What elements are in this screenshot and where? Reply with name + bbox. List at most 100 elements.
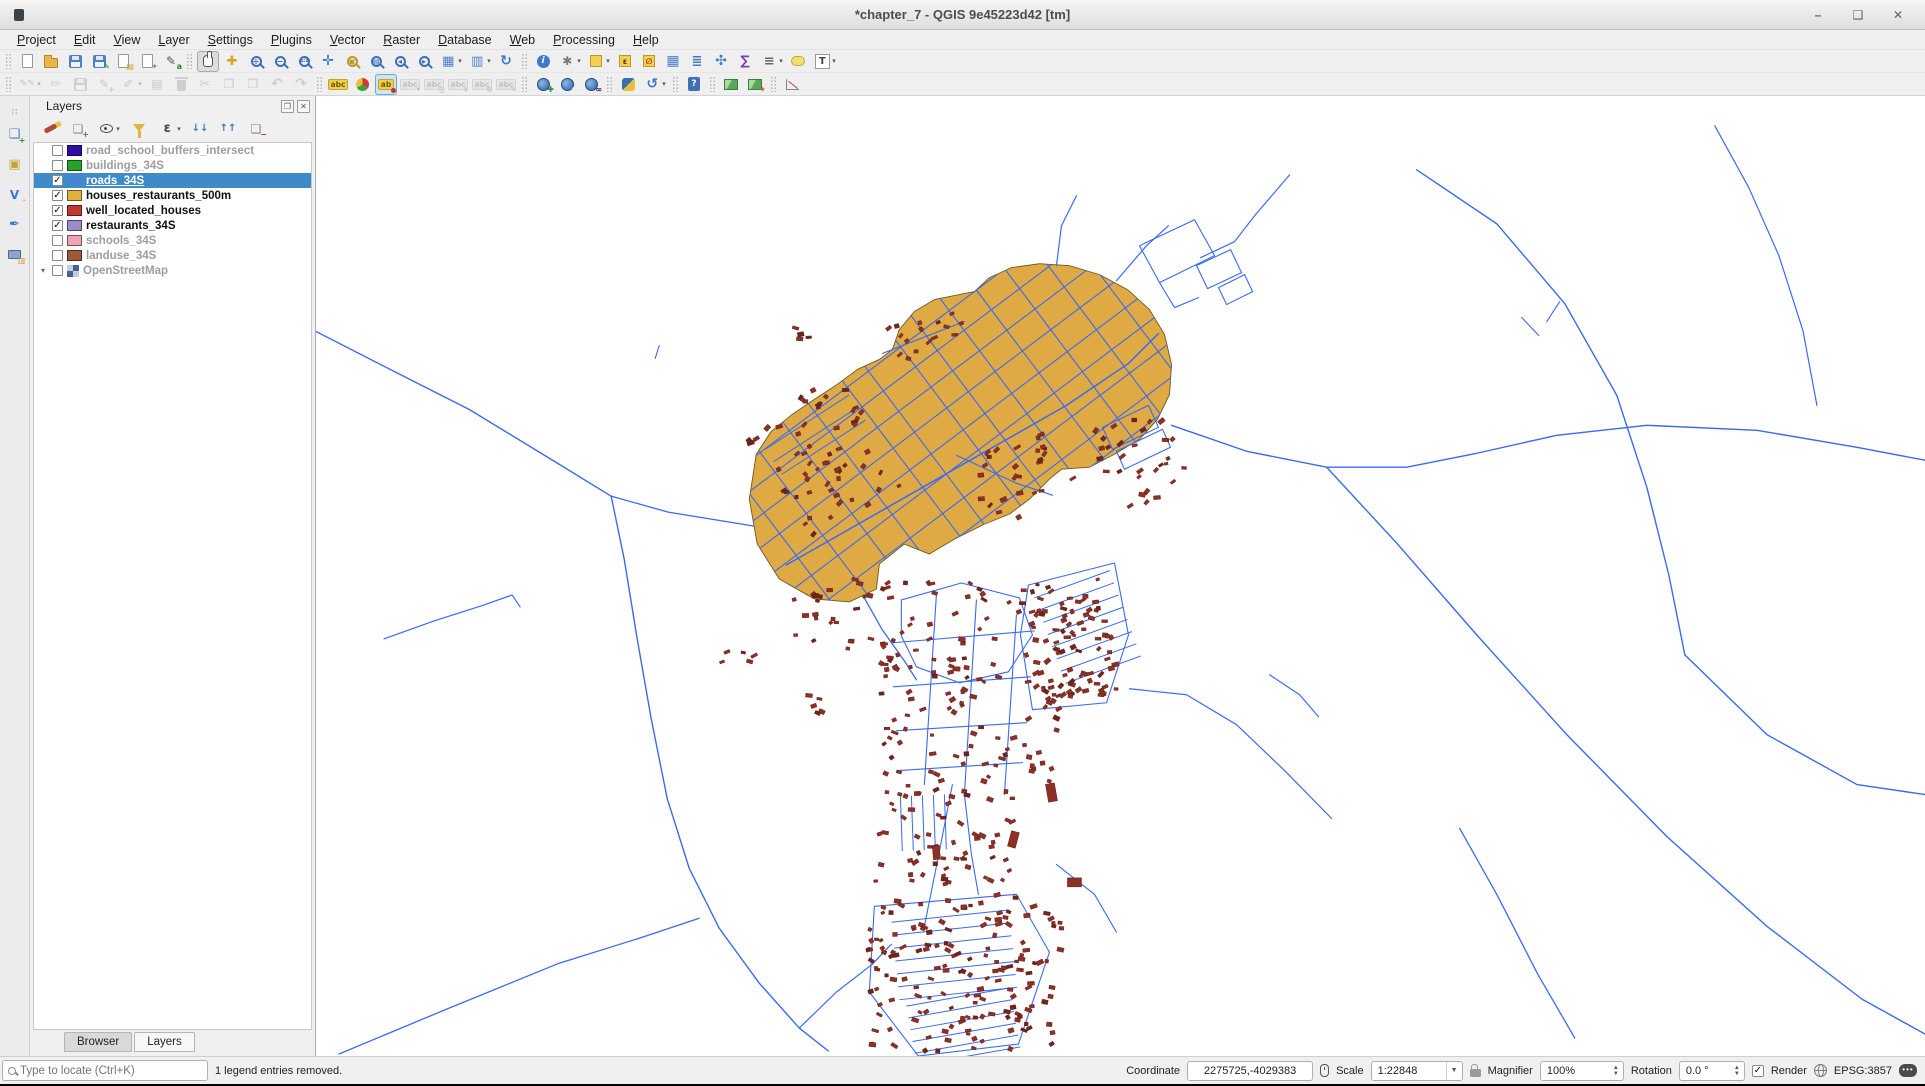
layer-row-OpenStreetMap[interactable]: ▾OpenStreetMap bbox=[34, 263, 311, 278]
toolbar-drag-handle[interactable] bbox=[709, 76, 716, 92]
layer-visibility-checkbox[interactable] bbox=[52, 250, 63, 261]
layer-row-landuse_34S[interactable]: landuse_34S bbox=[34, 248, 311, 263]
toolbar-open-attribute-table-button[interactable]: ▦ bbox=[662, 51, 684, 72]
layer-row-well_located_houses[interactable]: ✓well_located_houses bbox=[34, 203, 311, 218]
manage-map-themes-button[interactable]: ▾ bbox=[95, 118, 122, 139]
toolbar-python-console-button[interactable] bbox=[617, 74, 639, 95]
lock-icon[interactable] bbox=[1470, 1069, 1481, 1077]
menu-edit[interactable]: Edit bbox=[65, 31, 105, 49]
scale-combo[interactable]: 1:22848 ▼ bbox=[1371, 1061, 1463, 1081]
toolbar-quickmap-settings-button[interactable]: ✦ bbox=[744, 74, 766, 95]
toolbar-text-annotation-button[interactable]: T▾ bbox=[811, 51, 838, 72]
toolbar-drag-handle[interactable] bbox=[11, 108, 18, 115]
toolbar-zoom-next-button[interactable]: ▸ bbox=[413, 51, 435, 72]
expand-arrow-icon[interactable]: ▾ bbox=[38, 266, 48, 275]
chevron-down-icon[interactable]: ▼ bbox=[1446, 1062, 1462, 1080]
new-virtual-layer-button[interactable]: ▥ bbox=[4, 244, 26, 265]
render-checkbox[interactable]: ✓ bbox=[1752, 1065, 1764, 1077]
toolbar-drag-handle[interactable] bbox=[5, 76, 12, 92]
layer-visibility-checkbox[interactable]: ✓ bbox=[52, 205, 63, 216]
layer-row-road_school_buffers_intersect[interactable]: road_school_buffers_intersect bbox=[34, 143, 311, 158]
toolbar-help-contents-button[interactable]: ? bbox=[683, 74, 705, 95]
toolbar-drag-handle[interactable] bbox=[5, 53, 12, 69]
menu-layer[interactable]: Layer bbox=[149, 31, 198, 49]
layer-visibility-checkbox[interactable] bbox=[52, 235, 63, 246]
toolbar-processing-history-button[interactable]: ↺▾ bbox=[641, 74, 668, 95]
toolbar-run-feature-action-button[interactable]: ✱▾ bbox=[556, 51, 583, 72]
toolbar-save-project-button[interactable] bbox=[64, 51, 86, 72]
toolbar-zoom-full-button[interactable]: ✛ bbox=[317, 51, 339, 72]
menu-vector[interactable]: Vector bbox=[321, 31, 374, 49]
toolbar-zoom-to-selection-button[interactable]: ▣ bbox=[341, 51, 363, 72]
toolbar-layer-labeling-button[interactable]: abc bbox=[327, 74, 349, 95]
layer-row-houses_restaurants_500m[interactable]: ✓houses_restaurants_500m bbox=[34, 188, 311, 203]
toolbar-profile-tool-button[interactable] bbox=[781, 74, 803, 95]
minimize-button[interactable]: – bbox=[1805, 6, 1831, 24]
layer-visibility-checkbox[interactable] bbox=[52, 145, 63, 156]
filter-by-expression-button[interactable]: ε▾ bbox=[156, 118, 183, 139]
toolbar-pan-to-selection-button[interactable]: ✚ bbox=[221, 51, 243, 72]
menu-raster[interactable]: Raster bbox=[374, 31, 429, 49]
toolbar-save-project-as-button[interactable]: ✎ bbox=[88, 51, 110, 72]
toolbar-drag-handle[interactable] bbox=[521, 76, 528, 92]
toolbar-identify-features-button[interactable]: i bbox=[532, 51, 554, 72]
close-button[interactable]: ✕ bbox=[1885, 6, 1911, 24]
layer-row-buildings_34S[interactable]: buildings_34S bbox=[34, 158, 311, 173]
toolbar-zoom-last-button[interactable]: ◂ bbox=[389, 51, 411, 72]
layer-row-schools_34S[interactable]: schools_34S bbox=[34, 233, 311, 248]
toolbar-layout-manager-button[interactable]: ✦ bbox=[136, 51, 158, 72]
toolbar-osm-place-search-button[interactable]: ∞ bbox=[580, 74, 602, 95]
map-canvas[interactable] bbox=[316, 96, 1925, 1056]
crs-globe-icon[interactable] bbox=[1814, 1064, 1827, 1077]
new-geopackage-layer-button[interactable]: ▣ bbox=[4, 154, 26, 175]
toolbar-drag-handle[interactable] bbox=[672, 76, 679, 92]
toolbar-zoom-native-button[interactable]: 1:1 bbox=[293, 51, 315, 72]
filter-legend-button[interactable] bbox=[128, 118, 150, 139]
menu-web[interactable]: Web bbox=[501, 31, 544, 49]
toolbar-quickmap-services-button[interactable] bbox=[720, 74, 742, 95]
layer-row-roads_34S[interactable]: ✓roads_34S bbox=[34, 173, 311, 188]
toolbar-select-by-expression-button[interactable]: ε bbox=[614, 51, 636, 72]
toolbar-select-features-button[interactable]: ▾ bbox=[585, 51, 612, 72]
toolbar-drag-handle[interactable] bbox=[521, 53, 528, 69]
magnifier-spinbox[interactable]: 100% ▲▼ bbox=[1540, 1061, 1624, 1081]
layer-visibility-checkbox[interactable] bbox=[52, 160, 63, 171]
toolbar-labeling-options-button[interactable]: ab bbox=[375, 74, 397, 95]
menu-settings[interactable]: Settings bbox=[199, 31, 262, 49]
menu-view[interactable]: View bbox=[104, 31, 149, 49]
toolbar-new-print-layout-button[interactable]: ▤ bbox=[112, 51, 134, 72]
data-source-manager-button[interactable]: ❏+ bbox=[4, 124, 26, 145]
remove-layer-button[interactable]: ❏− bbox=[245, 118, 267, 139]
toolbar-zoom-in-button[interactable]: + bbox=[245, 51, 267, 72]
layer-visibility-checkbox[interactable]: ✓ bbox=[52, 175, 63, 186]
toolbar-drag-handle[interactable] bbox=[316, 76, 323, 92]
layer-visibility-checkbox[interactable]: ✓ bbox=[52, 190, 63, 201]
toolbar-new-project-button[interactable] bbox=[16, 51, 38, 72]
layer-visibility-checkbox[interactable]: ✓ bbox=[52, 220, 63, 231]
toolbar-metasearch-button[interactable]: ✚ bbox=[532, 74, 554, 95]
toolbar-new-3d-map-view-button[interactable]: ▥▾ bbox=[466, 51, 493, 72]
expand-all-button[interactable]: ↓↓ bbox=[189, 118, 211, 139]
float-panel-button[interactable]: ❐ bbox=[281, 100, 294, 113]
spinner-arrows-icon[interactable]: ▲▼ bbox=[1730, 1062, 1744, 1080]
menu-plugins[interactable]: Plugins bbox=[262, 31, 321, 49]
toolbar-refresh-map-button[interactable]: ↻ bbox=[495, 51, 517, 72]
menu-project[interactable]: Project bbox=[8, 31, 65, 49]
toolbar-open-project-button[interactable] bbox=[40, 51, 62, 72]
layer-visibility-checkbox[interactable] bbox=[52, 265, 63, 276]
menu-help[interactable]: Help bbox=[624, 31, 668, 49]
toolbar-measure-line-button[interactable]: ≡▾ bbox=[758, 51, 785, 72]
crs-value[interactable]: EPSG:3857 bbox=[1834, 1065, 1892, 1077]
toolbar-deselect-features-button[interactable]: ∅ bbox=[638, 51, 660, 72]
tab-browser[interactable]: Browser bbox=[64, 1032, 132, 1052]
menu-processing[interactable]: Processing bbox=[544, 31, 624, 49]
toolbar-pan-map-button[interactable] bbox=[197, 51, 219, 72]
toolbar-drag-handle[interactable] bbox=[606, 76, 613, 92]
toolbar-new-map-view-button[interactable]: ▦▾ bbox=[437, 51, 464, 72]
add-group-button[interactable]: ❏+ bbox=[67, 118, 89, 139]
toolbar-search-geonames-button[interactable]: ◎ bbox=[556, 74, 578, 95]
extents-icon[interactable] bbox=[1320, 1064, 1329, 1077]
menu-database[interactable]: Database bbox=[429, 31, 501, 49]
layer-row-restaurants_34S[interactable]: ✓restaurants_34S bbox=[34, 218, 311, 233]
new-shapefile-layer-button[interactable]: V∙ bbox=[4, 184, 26, 205]
